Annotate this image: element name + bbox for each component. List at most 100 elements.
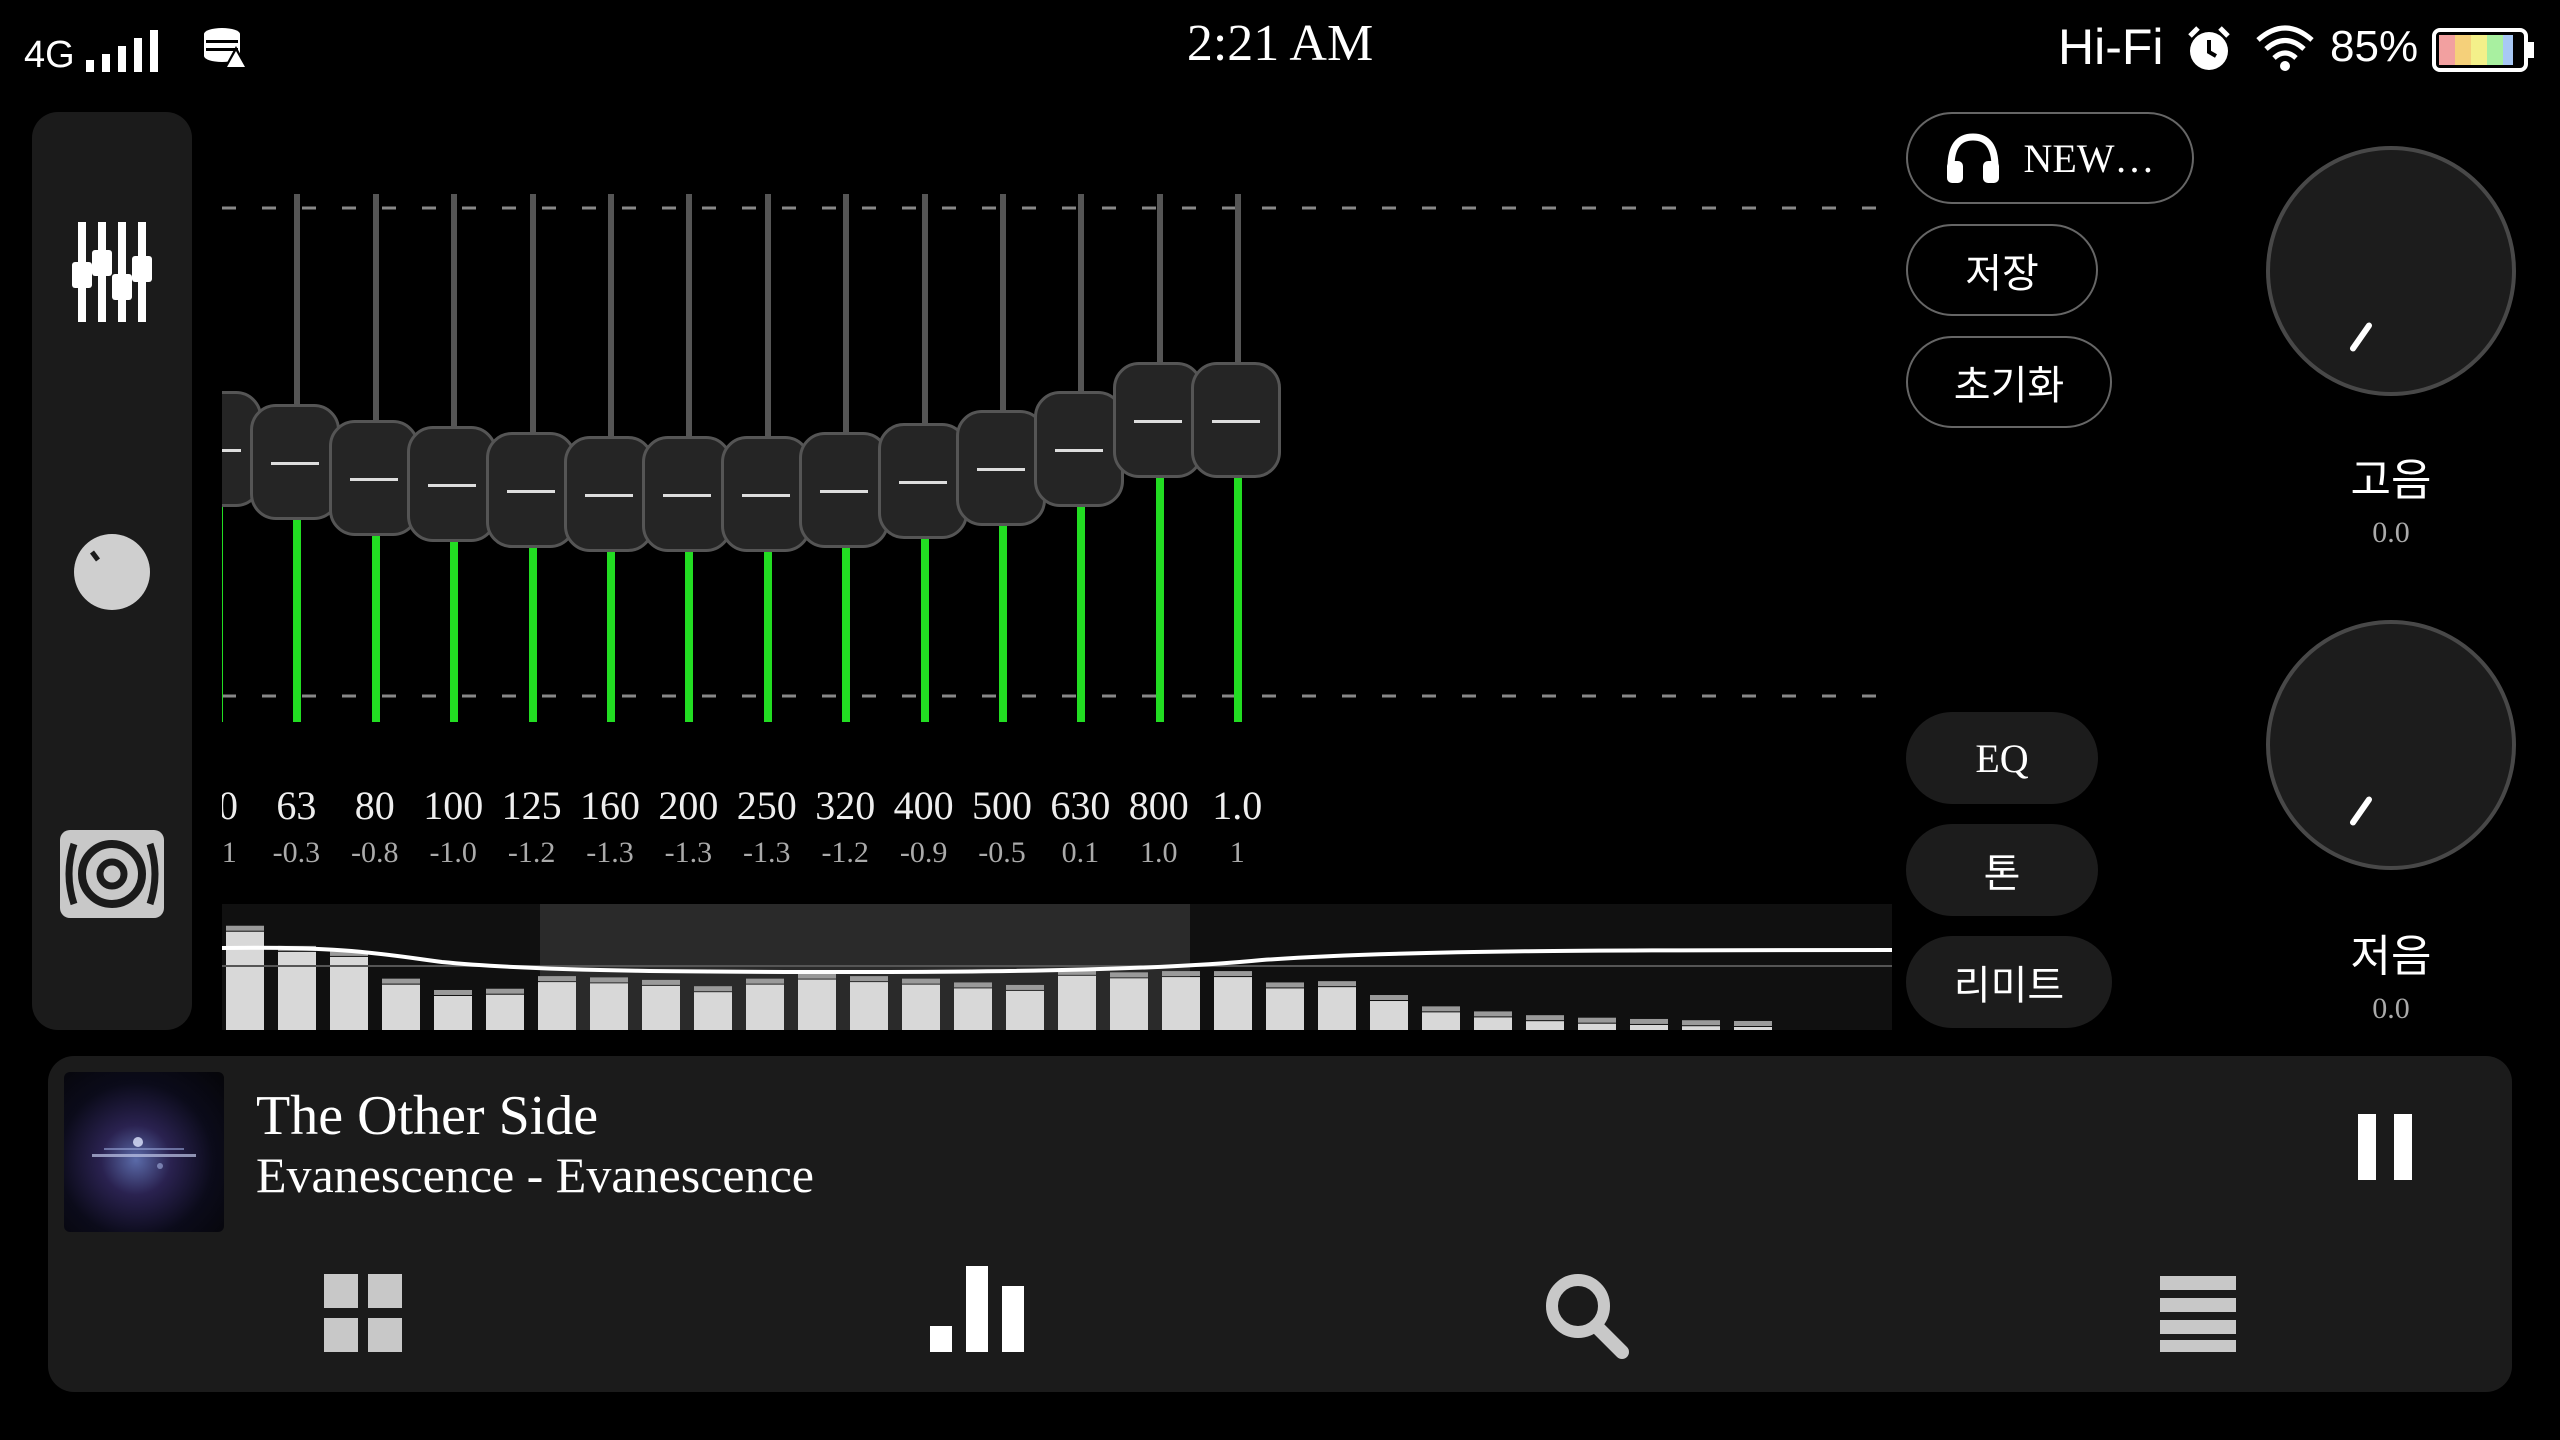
reset-button[interactable]: 초기화	[1906, 336, 2112, 428]
spectrum-graph	[222, 904, 1892, 1030]
hifi-badge: Hi-Fi	[2058, 19, 2164, 75]
eq-band-track[interactable]	[921, 194, 928, 427]
eq-band-track[interactable]	[764, 194, 771, 440]
menu-icon[interactable]	[2160, 1276, 2236, 1352]
spectrum-peak	[382, 978, 420, 984]
eq-band-track[interactable]	[529, 194, 536, 437]
spectrum-analyzer	[222, 904, 1892, 1030]
treble-knob[interactable]	[2266, 146, 2516, 396]
spectrum-bar	[1318, 987, 1356, 1030]
tab-tone[interactable]: 톤	[1906, 824, 2098, 916]
spectrum-bar	[1110, 978, 1148, 1030]
spectrum-bar	[1006, 990, 1044, 1030]
headphones-icon	[1947, 133, 2000, 183]
eq-band-level	[920, 534, 929, 722]
spectrum-bar	[798, 979, 836, 1030]
treble-knob-indicator	[2348, 321, 2374, 353]
bass-knob-indicator	[2348, 795, 2374, 827]
search-icon[interactable]	[1544, 1272, 1630, 1360]
spectrum-bar	[434, 995, 472, 1030]
spectrum-peak	[590, 977, 628, 983]
spectrum-peak	[1682, 1020, 1720, 1026]
eq-band-track[interactable]	[372, 194, 379, 424]
eq-band-level	[222, 502, 223, 722]
spectrum-bar	[278, 951, 316, 1030]
spectrum-peak	[746, 978, 784, 984]
bass-knob[interactable]	[2266, 620, 2516, 870]
alarm-icon	[2188, 26, 2230, 70]
equalizer-sliders-icon[interactable]	[72, 222, 152, 322]
spectrum-peak	[1526, 1015, 1564, 1021]
spectrum-bar	[486, 994, 524, 1030]
spectrum-bar	[1058, 975, 1096, 1030]
eq-band-track[interactable]	[686, 194, 693, 440]
spectrum-peak	[1370, 995, 1408, 1001]
spectrum-peak	[1214, 971, 1252, 977]
spectrum-peak	[226, 925, 264, 931]
spectrum-peak	[1422, 1006, 1460, 1012]
spectrum-bar	[694, 992, 732, 1030]
eq-band-track[interactable]	[608, 194, 614, 440]
side-panel	[32, 112, 192, 1030]
album-art-image	[92, 1137, 196, 1169]
tab-eq[interactable]: EQ	[1906, 712, 2098, 804]
eq-band-level	[607, 547, 615, 722]
bar-chart-icon[interactable]	[930, 1266, 1024, 1352]
spectrum-bar	[746, 984, 784, 1030]
spectrum-peak	[1734, 1021, 1772, 1026]
eq-band-level	[371, 531, 380, 722]
eq-band-track[interactable]	[1000, 194, 1006, 414]
eq-band-track[interactable]	[1235, 194, 1242, 366]
spectrum-bar	[590, 983, 628, 1030]
spectrum-bar	[642, 985, 680, 1030]
spectrum-peak	[954, 982, 992, 988]
eq-band-handle[interactable]	[1191, 362, 1282, 478]
spectrum-peak	[1474, 1011, 1512, 1017]
spectrum-bar	[382, 984, 420, 1030]
spectrum-peak	[538, 976, 576, 982]
battery-percent: 85%	[2330, 22, 2419, 71]
eq-band: 1.0 1	[1189, 150, 1285, 910]
speaker-icon[interactable]	[60, 830, 164, 918]
eq-band-track[interactable]	[843, 194, 850, 437]
pause-icon[interactable]	[2356, 1114, 2416, 1180]
headphone-preset-label: NEW…	[2023, 135, 2155, 181]
save-button[interactable]: 저장	[1906, 224, 2098, 316]
spectrum-bar	[954, 988, 992, 1030]
spectrum-peak	[850, 976, 888, 982]
network-type: 4G	[24, 34, 75, 76]
bass-value: 0.0	[2372, 992, 2410, 1025]
eq-band-level	[1234, 474, 1243, 722]
spectrum-bar	[1578, 1023, 1616, 1030]
eq-band-level	[842, 544, 851, 722]
track-title[interactable]: The Other Side	[256, 1084, 598, 1148]
spectrum-bar	[1214, 977, 1252, 1030]
headphone-preset-button[interactable]: NEW…	[1906, 112, 2194, 204]
spectrum-bar	[1526, 1021, 1564, 1030]
eq-band-track[interactable]	[294, 194, 301, 408]
eq-band-level	[450, 538, 459, 722]
spectrum-bar	[1474, 1017, 1512, 1030]
eq-band-level	[293, 515, 302, 722]
equalizer: 500.163-0.380-0.8100-1.0125-1.2160-1.320…	[222, 150, 1892, 920]
spectrum-bar	[1370, 1001, 1408, 1030]
eq-band-level	[685, 547, 694, 722]
spectrum-peak	[1162, 971, 1200, 977]
grid-icon[interactable]	[324, 1274, 402, 1352]
track-artist-album[interactable]: Evanescence - Evanescence	[256, 1146, 814, 1204]
bass-label: 저음	[2350, 932, 2432, 981]
spectrum-peak	[1578, 1017, 1616, 1023]
spectrum-peak	[1630, 1018, 1668, 1024]
volume-knob-icon[interactable]	[72, 532, 152, 612]
album-art[interactable]	[64, 1072, 224, 1232]
eq-band-frequency: 1.0	[1212, 783, 1263, 828]
eq-band-track[interactable]	[1078, 194, 1085, 395]
tab-limit[interactable]: 리미트	[1906, 936, 2112, 1028]
eq-band-level	[763, 547, 772, 722]
eq-band-level	[1155, 474, 1164, 722]
eq-band-track[interactable]	[1156, 194, 1163, 366]
spectrum-peak	[486, 988, 524, 994]
eq-band-track[interactable]	[451, 194, 458, 430]
status-bar: 4G 2:21 AM Hi-Fi 85%	[0, 0, 2560, 100]
spectrum-peak	[1318, 981, 1356, 987]
